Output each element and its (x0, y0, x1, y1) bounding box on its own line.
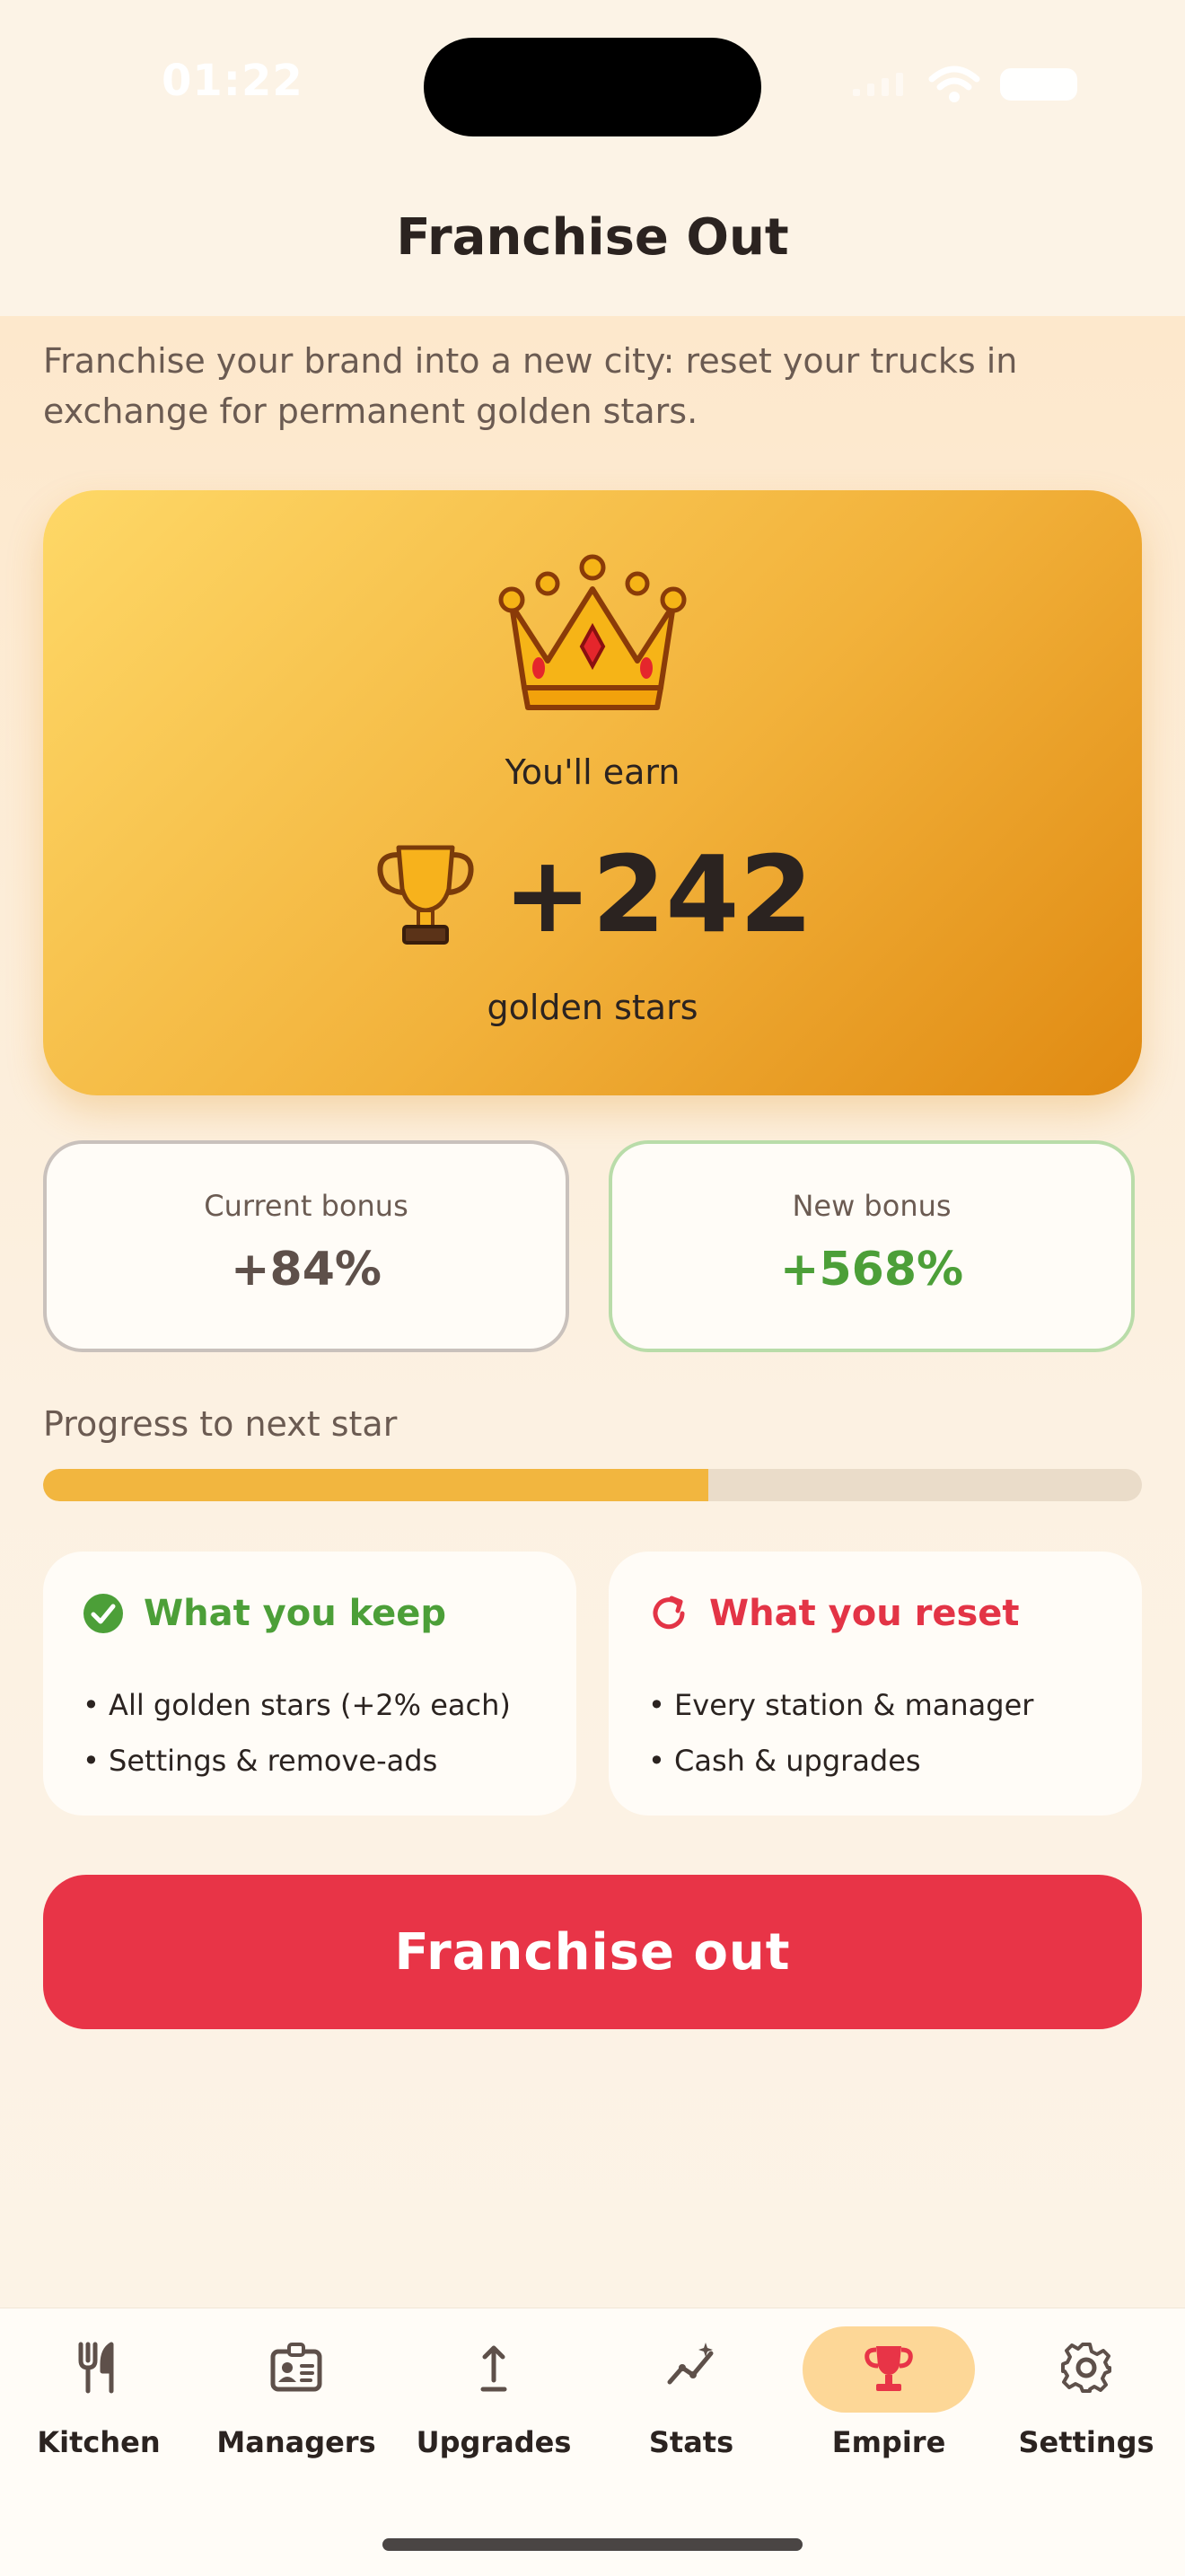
list-item: • Settings & remove-ads (83, 1744, 438, 1778)
golden-stars-label: golden stars (487, 988, 698, 1027)
tab-settings[interactable]: Settings (988, 2308, 1185, 2488)
arrow-up-icon (480, 2345, 507, 2392)
status-bar: 01:22 (0, 0, 1185, 171)
reset-list: • Every station & manager • Cash & upgra… (648, 1677, 1033, 1789)
progress-bar (43, 1469, 1142, 1501)
page-title: Franchise Out (396, 208, 789, 267)
list-item: • Cash & upgrades (648, 1744, 921, 1778)
new-bonus-label: New bonus (792, 1189, 952, 1223)
tab-empire[interactable]: Empire (790, 2308, 988, 2488)
tab-upgrades[interactable]: Upgrades (395, 2308, 592, 2488)
tab-label: Empire (831, 2425, 946, 2459)
tab-label: Kitchen (37, 2425, 161, 2459)
current-bonus-label: Current bonus (204, 1189, 408, 1223)
reset-title: What you reset (709, 1593, 1020, 1634)
wifi-icon (928, 66, 980, 102)
gear-icon (1061, 2343, 1111, 2393)
chart-line-icon (667, 2343, 714, 2385)
franchise-out-button[interactable]: Franchise out (43, 1875, 1142, 2029)
current-bonus-value: +84% (230, 1243, 382, 1297)
tab-managers[interactable]: Managers (198, 2308, 395, 2488)
new-bonus-value: +568% (779, 1243, 964, 1297)
refresh-icon (653, 1596, 685, 1630)
reset-header: What you reset (648, 1593, 1020, 1634)
earn-row: +242 (43, 840, 1142, 948)
earn-card: You'll earn +242 golden stars (43, 490, 1142, 1095)
status-icons (851, 65, 1077, 104)
tab-label: Settings (1018, 2425, 1154, 2459)
fork-knife-icon (78, 2342, 114, 2394)
current-bonus-card: Current bonus +84% (43, 1140, 569, 1352)
trophy-icon (865, 2346, 913, 2391)
tab-bar: Kitchen Managers Upgrades Stats Empire S… (0, 2308, 1185, 2576)
keep-title: What you keep (144, 1593, 447, 1634)
dynamic-island (424, 38, 761, 136)
keep-header: What you keep (83, 1593, 446, 1634)
tab-kitchen[interactable]: Kitchen (0, 2308, 198, 2488)
crown-icon (498, 554, 687, 710)
check-circle-icon (83, 1594, 123, 1633)
tab-label: Managers (216, 2425, 376, 2459)
id-badge-icon (270, 2343, 322, 2392)
new-bonus-card: New bonus +568% (609, 1140, 1135, 1352)
cellular-signal-icon (853, 73, 903, 96)
earn-label: You'll earn (505, 752, 680, 792)
home-indicator (382, 2538, 803, 2551)
earn-value: +242 (503, 832, 813, 956)
tab-label: Upgrades (416, 2425, 572, 2459)
main-content[interactable]: Franchise your brand into a new city: re… (0, 316, 1185, 2308)
keep-card: What you keep • All golden stars (+2% ea… (43, 1552, 576, 1816)
list-item: • All golden stars (+2% each) (83, 1688, 511, 1722)
list-item: • Every station & manager (648, 1688, 1034, 1722)
battery-icon (1000, 68, 1077, 101)
keep-list: • All golden stars (+2% each) • Settings… (83, 1677, 511, 1789)
reset-card: What you reset • Every station & manager… (609, 1552, 1142, 1816)
tab-label: Stats (648, 2425, 734, 2459)
status-time: 01:22 (162, 56, 303, 106)
intro-text: Franchise your brand into a new city: re… (43, 341, 1018, 431)
tab-stats[interactable]: Stats (592, 2308, 790, 2488)
header: Franchise Out (0, 171, 1185, 314)
trophy-icon (377, 845, 474, 945)
progress-label: Progress to next star (43, 1404, 398, 1444)
progress-fill (43, 1469, 708, 1501)
